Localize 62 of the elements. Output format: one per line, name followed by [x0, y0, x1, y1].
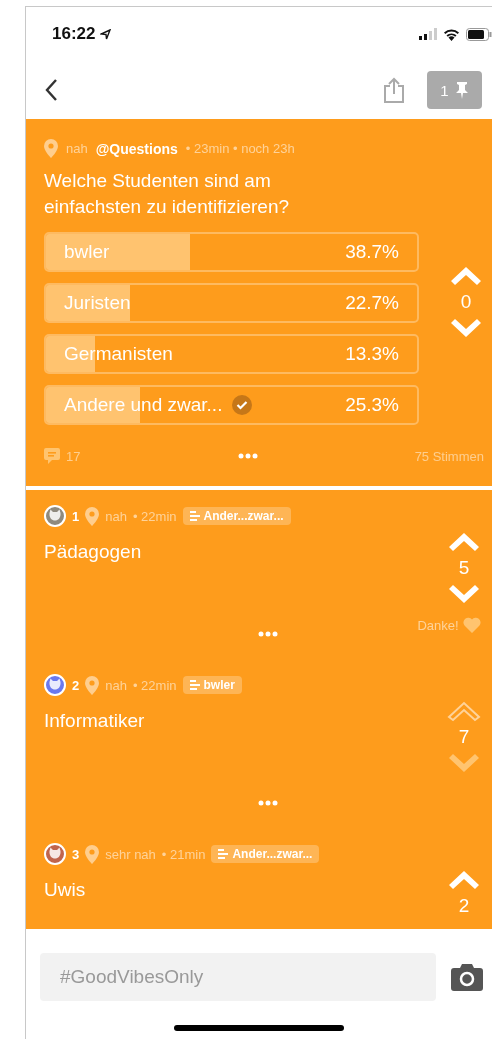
option-percent: 22.7%	[345, 292, 399, 314]
comment-number: 2	[72, 677, 80, 693]
location-text: nah	[105, 508, 127, 524]
location-text: nah	[105, 677, 127, 693]
share-icon[interactable]	[383, 77, 405, 103]
message-input[interactable]: #GoodVibesOnly	[40, 953, 436, 1001]
option-percent: 38.7%	[345, 241, 399, 263]
location-text: nah	[66, 141, 88, 156]
pushpin-icon	[454, 81, 469, 99]
thanks-text: Danke!	[417, 617, 459, 633]
bars-icon	[189, 680, 200, 690]
comment-text: Informatiker	[44, 710, 146, 732]
poll-option[interactable]: Juristen 22.7%	[44, 283, 419, 323]
comment-text: Uwis	[44, 879, 87, 901]
post-meta: • 22min	[132, 508, 177, 524]
location-text: sehr nah	[105, 846, 156, 862]
post-meta: • 21min	[161, 846, 206, 862]
poll-option[interactable]: Andere und zwar... 25.3%	[44, 385, 419, 425]
signal-icon	[419, 28, 437, 40]
vote-count: 7	[458, 726, 470, 748]
location-pin-icon	[44, 139, 58, 158]
comment-icon	[44, 448, 60, 464]
location-pin-icon	[85, 506, 100, 526]
option-label: Juristen	[64, 292, 131, 314]
pin-count-button[interactable]: 1	[427, 71, 482, 109]
bars-icon	[189, 511, 200, 521]
comment-number: 1	[72, 508, 80, 524]
battery-icon	[466, 27, 492, 41]
vote-count: 0	[460, 291, 472, 313]
vote-count: 2	[458, 895, 470, 917]
wifi-icon	[443, 27, 460, 41]
option-label: Germanisten	[64, 343, 173, 365]
vote-tag: Ander...zwar...	[182, 507, 291, 525]
post-meta: • 22min	[132, 677, 177, 693]
vote-tag: bwler	[182, 676, 242, 694]
comment-text: Pädagogen	[44, 541, 143, 563]
status-time: 16:22	[52, 24, 96, 44]
poll-option[interactable]: bwler 38.7%	[44, 232, 419, 272]
option-label: Andere und zwar...	[64, 394, 223, 416]
check-icon	[232, 395, 253, 415]
option-label: bwler	[64, 241, 110, 263]
more-icon[interactable]	[258, 800, 278, 806]
location-arrow-icon	[100, 28, 112, 40]
more-icon[interactable]	[258, 631, 278, 637]
back-icon[interactable]	[44, 78, 58, 102]
post-meta: • 23min • noch 23h	[185, 141, 295, 156]
vote-total: 75 Stimmen	[414, 448, 484, 464]
option-percent: 13.3%	[345, 343, 399, 365]
option-percent: 25.3%	[345, 394, 399, 416]
vote-count: 5	[458, 557, 470, 579]
comment-number: 3	[72, 846, 80, 862]
camera-icon[interactable]	[450, 963, 484, 991]
vote-tag: Ander...zwar...	[211, 845, 320, 863]
poll-question: Welche Studenten sind am einfachsten zu identifizieren?	[44, 169, 291, 219]
location-pin-icon	[85, 675, 100, 695]
poll-option[interactable]: Germanisten 13.3%	[44, 334, 419, 374]
heart-icon[interactable]	[462, 617, 481, 633]
location-pin-icon	[85, 844, 100, 864]
comment-count: 17	[66, 448, 81, 464]
bars-icon	[218, 849, 229, 859]
channel-name[interactable]: @Questions	[95, 140, 178, 157]
more-icon[interactable]	[237, 453, 258, 459]
